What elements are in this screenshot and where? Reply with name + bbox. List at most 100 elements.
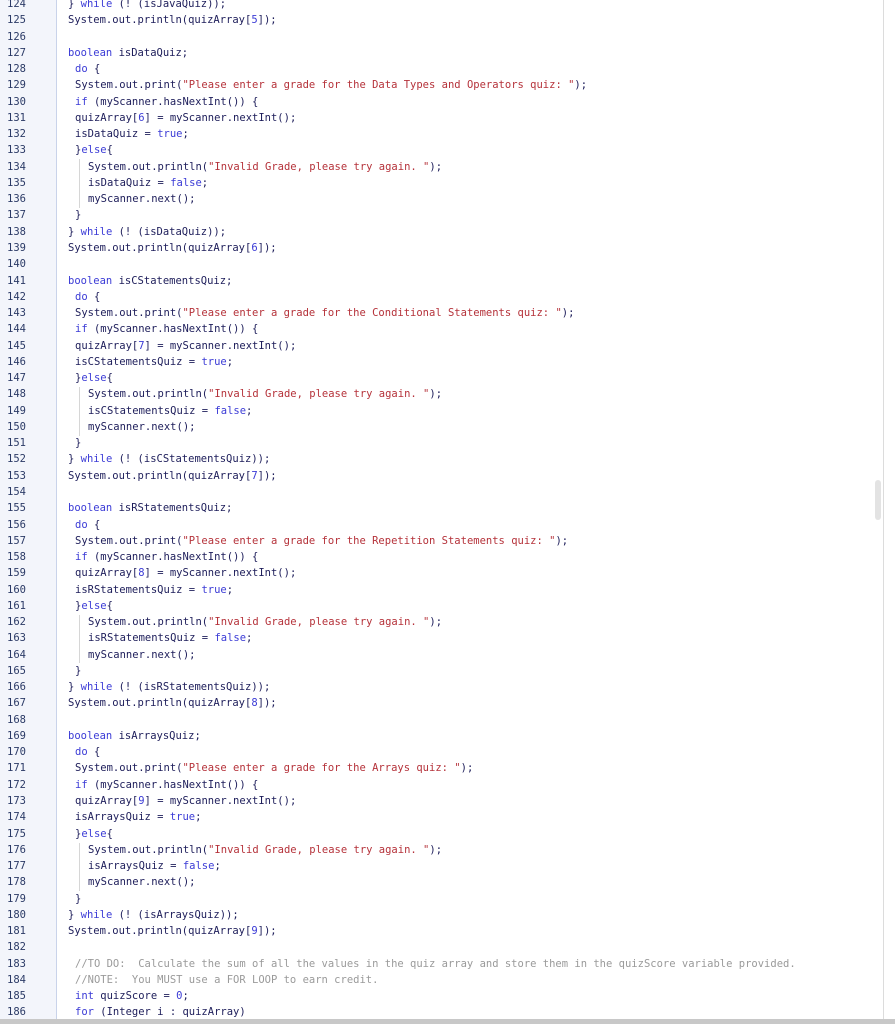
code-line[interactable]: 144 if (myScanner.hasNextInt()) { <box>0 321 883 337</box>
code-line[interactable]: 166} while (! (isRStatementsQuiz)); <box>0 679 883 695</box>
code-line[interactable]: 132 isDataQuiz = true; <box>0 126 883 142</box>
code-line[interactable]: 140 <box>0 256 883 272</box>
code-line[interactable]: 148 System.out.println("Invalid Grade, pl… <box>0 386 883 402</box>
code-line[interactable]: 154 <box>0 484 883 500</box>
code-line[interactable]: 143 System.out.print("Please enter a grad… <box>0 305 883 321</box>
line-number: 152 <box>7 453 26 466</box>
code-line[interactable]: 130 if (myScanner.hasNextInt()) { <box>0 94 883 110</box>
code-line[interactable]: 145 quizArray[7] = myScanner.nextInt(); <box>0 338 883 354</box>
code-line[interactable]: 136 myScanner.next(); <box>0 191 883 207</box>
code-text: ); <box>574 79 588 92</box>
vertical-scrollbar[interactable] <box>871 0 883 1024</box>
code-line[interactable]: 158 if (myScanner.hasNextInt()) { <box>0 549 883 565</box>
horizontal-scrollbar[interactable] <box>0 1019 895 1024</box>
code-text: (! (isCStatementsQuiz)); <box>112 453 271 466</box>
code-line[interactable]: 178 myScanner.next(); <box>0 874 883 890</box>
code-line[interactable]: 150 myScanner.next(); <box>0 419 883 435</box>
code-text: ); <box>561 307 575 320</box>
line-number: 126 <box>7 30 26 43</box>
code-line[interactable]: 170 do { <box>0 744 883 760</box>
line-code: } while (! (isArraysQuiz)); <box>68 907 239 923</box>
code-line[interactable]: 171 System.out.print("Please enter a grad… <box>0 760 883 776</box>
line-code: do { <box>75 289 100 305</box>
code-line[interactable]: 159 quizArray[8] = myScanner.nextInt(); <box>0 565 883 581</box>
code-line[interactable]: 160 isRStatementsQuiz = true; <box>0 582 883 598</box>
code-line[interactable]: 183 //TO DO: Calculate the sum of all the… <box>0 956 883 972</box>
code-line[interactable]: 182 <box>0 939 883 955</box>
code-line[interactable]: 181 System.out.println(quizArray[9]); <box>0 923 883 939</box>
code-line[interactable]: 169 boolean isArraysQuiz; <box>0 728 883 744</box>
code-line[interactable]: 138} while (! (isDataQuiz)); <box>0 224 883 240</box>
code-line[interactable]: 149 isCStatementsQuiz = false; <box>0 403 883 419</box>
code-text: isDataQuiz; <box>112 46 189 59</box>
code-line[interactable]: 173 quizArray[9] = myScanner.nextInt(); <box>0 793 883 809</box>
line-number: 128 <box>7 63 26 76</box>
code-text: ; <box>182 128 189 141</box>
code-text: ]); <box>257 697 277 710</box>
line-code: isArraysQuiz = false; <box>88 858 221 874</box>
code-line[interactable]: 134 System.out.println("Invalid Grade, pl… <box>0 159 883 175</box>
code-line[interactable]: 139 System.out.println(quizArray[6]); <box>0 240 883 256</box>
code-line[interactable]: 175}else{ <box>0 826 883 842</box>
code-text: ] = myScanner.nextInt(); <box>144 567 297 580</box>
line-code: quizArray[8] = myScanner.nextInt(); <box>75 565 296 581</box>
code-line[interactable]: 164 myScanner.next(); <box>0 647 883 663</box>
code-line[interactable]: 157 System.out.print("Please enter a grad… <box>0 533 883 549</box>
code-line[interactable]: 147}else{ <box>0 370 883 386</box>
code-line[interactable]: 184 //NOTE: You MUST use a FOR LOOP to ea… <box>0 972 883 988</box>
code-text: isDataQuiz = <box>75 128 158 141</box>
code-editor[interactable]: 124} while (! (isJavaQuiz)); 125 System.ou… <box>0 0 884 1024</box>
code-string: "Invalid Grade, please try again. " <box>208 160 430 173</box>
code-line[interactable]: 151} <box>0 435 883 451</box>
line-number: 185 <box>7 990 26 1003</box>
line-code: }else{ <box>75 826 113 842</box>
code-line[interactable]: 162 System.out.println("Invalid Grade, pl… <box>0 614 883 630</box>
line-code: //NOTE: You MUST use a FOR LOOP to earn … <box>75 972 378 988</box>
code-line[interactable]: 176 System.out.println("Invalid Grade, pl… <box>0 842 883 858</box>
code-line[interactable]: 135 isDataQuiz = false; <box>0 175 883 191</box>
code-text: quizArray[ <box>75 567 139 580</box>
code-text: (myScanner.hasNextInt()) { <box>87 778 259 791</box>
code-text: System.out.println(quizArray[ <box>68 925 252 938</box>
line-code: System.out.println("Invalid Grade, pleas… <box>88 386 442 402</box>
code-text: ]); <box>257 925 277 938</box>
code-line[interactable]: 172 if (myScanner.hasNextInt()) { <box>0 777 883 793</box>
code-line[interactable]: 168 <box>0 712 883 728</box>
code-line[interactable]: 129 System.out.print("Please enter a grad… <box>0 77 883 93</box>
code-line[interactable]: 161}else{ <box>0 598 883 614</box>
code-line[interactable]: 155 boolean isRStatementsQuiz; <box>0 500 883 516</box>
code-text: (myScanner.hasNextInt()) { <box>87 551 259 564</box>
code-line[interactable]: 133}else{ <box>0 142 883 158</box>
code-line[interactable]: 156 do { <box>0 517 883 533</box>
code-keyword: true <box>157 128 183 141</box>
code-line[interactable]: 127 boolean isDataQuiz; <box>0 45 883 61</box>
code-text: } <box>75 664 82 677</box>
code-line[interactable]: 125 System.out.println(quizArray[5]); <box>0 12 883 28</box>
code-line[interactable]: 163 isRStatementsQuiz = false; <box>0 630 883 646</box>
code-keyword: do <box>75 290 88 303</box>
code-line[interactable]: 165} <box>0 663 883 679</box>
code-line[interactable]: 167 System.out.println(quizArray[8]); <box>0 695 883 711</box>
line-number: 138 <box>7 225 26 238</box>
scrollbar-thumb[interactable] <box>875 480 881 520</box>
code-line[interactable]: 185 int quizScore = 0; <box>0 988 883 1004</box>
code-line[interactable]: 146 isCStatementsQuiz = true; <box>0 354 883 370</box>
code-keyword: for <box>75 1006 94 1019</box>
line-number: 154 <box>7 485 26 498</box>
code-line[interactable]: 180} while (! (isArraysQuiz)); <box>0 907 883 923</box>
code-line[interactable]: 131 quizArray[6] = myScanner.nextInt(); <box>0 110 883 126</box>
code-line[interactable]: 152} while (! (isCStatementsQuiz)); <box>0 451 883 467</box>
code-line[interactable]: 141 boolean isCStatementsQuiz; <box>0 273 883 289</box>
code-line[interactable]: 179} <box>0 891 883 907</box>
code-line[interactable]: 128 do { <box>0 61 883 77</box>
code-line[interactable]: 142 do { <box>0 289 883 305</box>
code-line[interactable]: 124} while (! (isJavaQuiz)); <box>0 0 883 12</box>
line-number: 160 <box>7 583 26 596</box>
code-line[interactable]: 153 System.out.println(quizArray[7]); <box>0 468 883 484</box>
code-line[interactable]: 137} <box>0 207 883 223</box>
code-line[interactable]: 177 isArraysQuiz = false; <box>0 858 883 874</box>
code-line[interactable]: 174 isArraysQuiz = true; <box>0 809 883 825</box>
line-number: 140 <box>7 258 26 271</box>
line-number: 145 <box>7 339 26 352</box>
code-line[interactable]: 126 <box>0 29 883 45</box>
